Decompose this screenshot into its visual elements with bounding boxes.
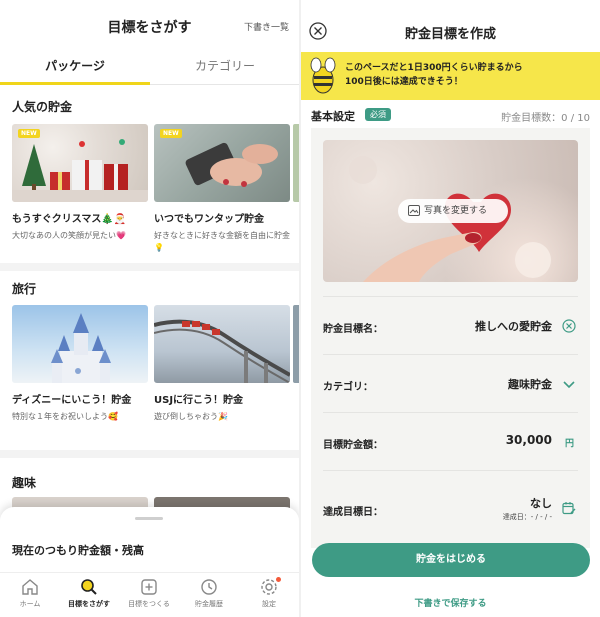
section-title-travel: 旅行 <box>12 282 37 296</box>
pace-banner: このペースだと1日300円くらい貯まるから 100日後には達成できそう！ <box>301 52 600 100</box>
card-description: 遊び倒しちゃおう🎉 <box>154 412 228 421</box>
section-divider <box>0 263 299 271</box>
plus-square-icon <box>141 579 157 595</box>
notification-dot <box>276 577 281 582</box>
package-card[interactable]: ディズニーにいこう！貯金 特別な１年をお祝いしよう🥰 <box>12 305 148 423</box>
balance-sheet-title: 現在のつもり貯金額・残高 <box>12 544 144 557</box>
chevron-down-icon[interactable] <box>562 377 576 391</box>
change-photo-label: 写真を変更する <box>424 206 488 216</box>
category-value[interactable]: 趣味貯金 <box>508 376 552 392</box>
balance-sheet[interactable]: 現在のつもり貯金額・残高 <box>0 507 299 577</box>
bee-mascot-icon <box>310 57 336 94</box>
section-divider <box>0 450 299 458</box>
banner-line: 100日後には達成できそう！ <box>345 77 463 87</box>
card-title: もうすぐクリスマス🎄🎅 <box>12 214 127 225</box>
card-title: ディズニーにいこう！貯金 <box>12 395 132 406</box>
package-card[interactable]: USJに行こう！貯金 遊び倒しちゃおう🎉 <box>154 305 290 423</box>
create-goal-screen: 貯金目標を作成 このペースだと1日300円くらい貯まるから 100日後には達成で… <box>301 0 600 617</box>
section-label: 基本設定 <box>311 110 355 123</box>
change-photo-button[interactable]: 写真を変更する <box>398 199 508 223</box>
nav-settings[interactable]: 設定 <box>239 577 299 609</box>
currency-unit: 円 <box>564 439 574 449</box>
history-icon <box>201 579 217 595</box>
card-description: 大切なあの人の笑顔が見たい💗 <box>12 231 126 240</box>
card-description: 特別な１年をお祝いしよう🥰 <box>12 412 118 421</box>
field-label: 貯金目標名： <box>323 324 383 335</box>
tab-divider <box>150 84 299 85</box>
home-icon <box>22 579 38 595</box>
target-date-value[interactable]: なし <box>530 495 552 511</box>
nav-explore[interactable]: 目標をさがす <box>59 577 119 609</box>
package-card[interactable]: NEW いつでもワンタップ貯金 好きなときに好きな金額を自由に貯金💡 <box>154 124 290 254</box>
draft-list-link[interactable]: 下書き一覧 <box>244 20 289 33</box>
page-title: 貯金目標を作成 <box>404 27 496 42</box>
nav-label: 設定 <box>262 600 276 608</box>
section-title-popular: 人気の貯金 <box>12 100 73 114</box>
explore-screen: 目標をさがす 下書き一覧 パッケージ カテゴリー 人気の貯金 NEW もうすぐク… <box>0 0 299 617</box>
goal-name-value[interactable]: 推しへの愛貯金 <box>475 318 552 334</box>
nav-label: 貯金履歴 <box>195 600 223 608</box>
drag-handle[interactable] <box>135 517 163 520</box>
card-image <box>154 305 290 383</box>
card-title: USJに行こう！貯金 <box>154 395 244 406</box>
tab-category[interactable]: カテゴリー <box>150 55 299 85</box>
package-card[interactable]: NEW もうすぐクリスマス🎄🎅 大切なあの人の笑顔が見たい💗 <box>12 124 148 242</box>
achieve-date: 達成日：- / - / - <box>502 513 552 521</box>
nav-label: 目標をさがす <box>68 600 110 608</box>
image-icon <box>408 205 420 216</box>
field-label: カテゴリ： <box>323 382 373 393</box>
nav-home[interactable]: ホーム <box>0 577 60 609</box>
goal-name-row[interactable]: 貯金目標名： 推しへの愛貯金 <box>323 296 578 354</box>
calendar-edit-icon[interactable] <box>562 501 576 515</box>
nav-label: ホーム <box>19 600 41 608</box>
target-date-row[interactable]: 達成目標日： なし 達成日：- / - / - <box>323 470 578 530</box>
goal-count: 貯金目標数：0 / 10 <box>501 113 590 124</box>
required-badge: 必須 <box>365 108 391 121</box>
nav-create[interactable]: 目標をつくる <box>119 577 179 609</box>
start-saving-button[interactable]: 貯金をはじめる <box>312 543 590 577</box>
new-badge: NEW <box>160 129 182 138</box>
banner-line: このペースだと1日300円くらい貯まるから <box>345 63 523 73</box>
tab-package[interactable]: パッケージ <box>0 55 150 85</box>
search-icon <box>81 579 97 595</box>
save-draft-link[interactable]: 下書きで保存する <box>301 596 600 609</box>
card-image: NEW <box>154 124 290 202</box>
card-description: 好きなときに好きな金額を自由に貯金💡 <box>154 231 290 252</box>
tab-bar: パッケージ カテゴリー <box>0 55 299 85</box>
card-image: NEW <box>12 124 148 202</box>
banner-text: このペースだと1日300円くらい貯まるから 100日後には達成できそう！ <box>345 61 523 89</box>
card-image <box>12 305 148 383</box>
clear-icon[interactable] <box>562 319 576 333</box>
field-label: 目標貯金額： <box>323 440 383 451</box>
nav-label: 目標をつくる <box>128 600 170 608</box>
category-row[interactable]: カテゴリ： 趣味貯金 <box>323 354 578 412</box>
bottom-navigation: ホーム 目標をさがす 目標をつくる 貯金履歴 設定 <box>0 572 299 617</box>
section-title-hobby: 趣味 <box>12 476 37 490</box>
nav-history[interactable]: 貯金履歴 <box>179 577 239 609</box>
new-badge: NEW <box>18 129 40 138</box>
field-label: 達成目標日： <box>323 507 383 518</box>
card-title: いつでもワンタップ貯金 <box>154 214 264 225</box>
target-amount-row[interactable]: 目標貯金額： 30,000 円 <box>323 412 578 470</box>
target-amount-value[interactable]: 30,000 <box>506 433 552 447</box>
